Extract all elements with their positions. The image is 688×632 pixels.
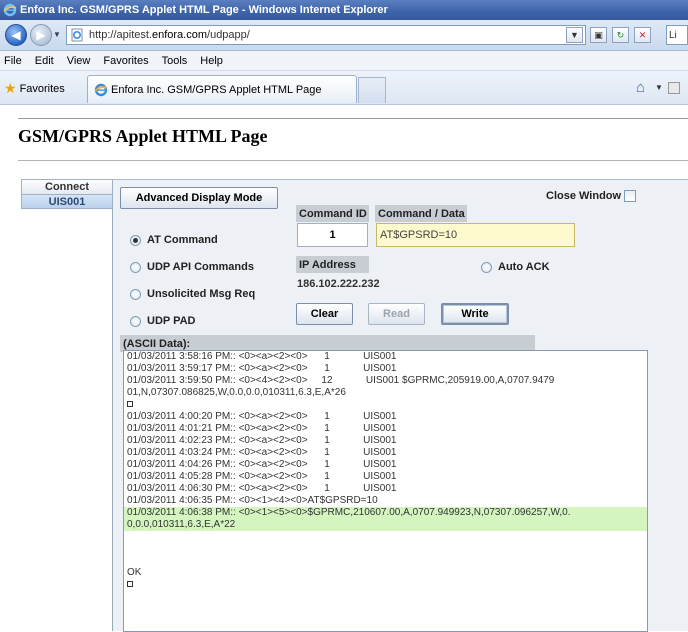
log-line: 01/03/2011 4:03:24 PM:: <0><a><2><0> 1 U… xyxy=(127,447,397,458)
log-line xyxy=(124,579,647,591)
ascii-log-area[interactable]: 01/03/2011 3:58:16 PM:: <0><a><2><0> 1 U… xyxy=(123,350,648,632)
refresh-icon[interactable]: ↻ xyxy=(612,27,629,43)
radio-unsol-label: Unsolicited Msg Req xyxy=(147,288,256,300)
command-id-header: Command ID xyxy=(296,205,369,222)
page-title: GSM/GPRS Applet HTML Page xyxy=(18,126,268,146)
top-divider xyxy=(18,118,688,119)
star-icon: ★ xyxy=(4,80,17,96)
radio-icon xyxy=(130,288,141,300)
ip-address-header: IP Address xyxy=(296,256,369,273)
internet-explorer-icon xyxy=(3,3,17,17)
radio-udp-label: UDP API Commands xyxy=(147,261,254,273)
log-line: 01/03/2011 4:00:20 PM:: <0><a><2><0> 1 U… xyxy=(127,411,397,422)
title-divider xyxy=(18,160,688,161)
stop-icon[interactable]: ✕ xyxy=(634,27,651,43)
menu-tools[interactable]: Tools xyxy=(162,55,188,67)
log-line: 01,N,07307.086825,W,0.0,0.0,010311,6.3,E… xyxy=(127,387,346,398)
navigation-bar: ◀ ▶ ▼ http://apitest. enfora.com/udpapp/ … xyxy=(0,20,688,51)
log-line: OK xyxy=(127,567,142,578)
home-icon[interactable]: ⌂ xyxy=(636,79,645,96)
back-button[interactable]: ◀ xyxy=(5,24,27,46)
address-dropdown-icon[interactable]: ▼ xyxy=(566,27,583,43)
radio-unsolicited-msg-req[interactable]: Unsolicited Msg Req xyxy=(130,288,255,300)
unprintable-char-icon xyxy=(127,401,133,408)
radio-ack-label: Auto ACK xyxy=(498,261,550,273)
log-line: 01/03/2011 4:05:28 PM:: <0><a><2><0> 1 U… xyxy=(127,471,397,482)
address-path: /udpapp/ xyxy=(207,29,250,41)
log-line: 0,0.0,010311,6.3,E,A*22 xyxy=(124,519,647,531)
log-line xyxy=(124,399,647,411)
log-line: 01/03/2011 3:59:17 PM:: <0><a><2><0> 1 U… xyxy=(127,363,397,374)
window-titlebar: Enfora Inc. GSM/GPRS Applet HTML Page - … xyxy=(0,0,688,20)
command-data-header: Command / Data xyxy=(375,205,467,222)
radio-icon xyxy=(130,261,141,273)
write-button[interactable]: Write xyxy=(441,303,509,325)
close-window-label: Close Window xyxy=(546,190,622,202)
forward-button[interactable]: ▶ xyxy=(30,24,52,46)
log-line: 01/03/2011 4:06:35 PM:: <0><1><4><0>AT$G… xyxy=(127,495,378,506)
log-line: 01/03/2011 3:59:50 PM:: <0><4><2><0> 12 … xyxy=(127,375,555,386)
page-icon xyxy=(71,28,83,42)
applet-panel: Advanced Display Mode Close Window Comma… xyxy=(113,179,688,632)
unprintable-char-icon xyxy=(127,581,133,588)
menu-bar: File Edit View Favorites Tools Help xyxy=(0,51,688,71)
radio-pad-label: UDP PAD xyxy=(147,315,196,327)
command-id-field[interactable]: 1 xyxy=(297,223,368,247)
search-box[interactable]: Li xyxy=(666,25,688,45)
address-domain: enfora.com xyxy=(151,29,208,41)
log-line: 01/03/2011 4:06:38 PM:: <0><1><5><0>$GPR… xyxy=(124,507,647,519)
feed-icon[interactable] xyxy=(668,82,680,94)
internet-explorer-icon xyxy=(94,83,108,96)
favorites-label: Favorites xyxy=(19,82,65,95)
radio-at-command[interactable]: AT Command xyxy=(130,234,218,246)
tab-title: Enfora Inc. GSM/GPRS Applet HTML Page xyxy=(111,83,322,96)
favorites-bar: ★ Favorites Enfora Inc. GSM/GPRS Applet … xyxy=(0,71,688,105)
radio-udp-pad[interactable]: UDP PAD xyxy=(130,315,196,327)
read-button[interactable]: Read xyxy=(368,303,425,325)
close-window-checkbox[interactable] xyxy=(624,190,636,202)
menu-view[interactable]: View xyxy=(67,55,91,67)
browser-tab[interactable]: Enfora Inc. GSM/GPRS Applet HTML Page xyxy=(87,75,357,103)
radio-checked-icon xyxy=(130,234,141,246)
radio-at-label: AT Command xyxy=(147,234,218,246)
compatibility-view-icon[interactable]: ▣ xyxy=(590,27,607,43)
address-prefix: http://apitest. xyxy=(89,29,152,41)
log-line: 01/03/2011 4:02:23 PM:: <0><a><2><0> 1 U… xyxy=(127,435,397,446)
radio-icon xyxy=(481,261,492,273)
clear-button[interactable]: Clear xyxy=(296,303,353,325)
log-line: 01/03/2011 4:06:30 PM:: <0><a><2><0> 1 U… xyxy=(127,483,397,494)
menu-help[interactable]: Help xyxy=(200,55,223,67)
log-line: 01/03/2011 4:04:26 PM:: <0><a><2><0> 1 U… xyxy=(127,459,397,470)
menu-edit[interactable]: Edit xyxy=(35,55,54,67)
menu-favorites[interactable]: Favorites xyxy=(103,55,148,67)
tab-connect[interactable]: Connect xyxy=(21,179,113,194)
window-title: Enfora Inc. GSM/GPRS Applet HTML Page - … xyxy=(20,4,388,16)
menu-file[interactable]: File xyxy=(4,55,22,67)
radio-auto-ack[interactable]: Auto ACK xyxy=(481,261,550,273)
new-tab-button[interactable] xyxy=(358,77,386,103)
tab-uis001[interactable]: UIS001 xyxy=(21,194,113,209)
log-line: 01/03/2011 4:01:21 PM:: <0><a><2><0> 1 U… xyxy=(127,423,397,434)
log-line: 01/03/2011 3:58:16 PM:: <0><a><2><0> 1 U… xyxy=(127,351,397,362)
radio-icon xyxy=(130,315,141,327)
advanced-display-mode-button[interactable]: Advanced Display Mode xyxy=(120,187,278,209)
favorites-button[interactable]: ★ Favorites xyxy=(4,80,65,97)
search-text: Li xyxy=(669,29,677,41)
history-dropdown-icon[interactable]: ▼ xyxy=(53,30,61,39)
ip-address-value: 186.102.222.232 xyxy=(297,278,380,290)
command-data-field[interactable]: AT$GPSRD=10 xyxy=(376,223,575,247)
home-dropdown-icon[interactable]: ▼ xyxy=(655,83,663,92)
radio-udp-api-commands[interactable]: UDP API Commands xyxy=(130,261,254,273)
device-tabs: Connect UIS001 xyxy=(21,179,113,631)
address-bar[interactable]: http://apitest. enfora.com/udpapp/ xyxy=(66,25,586,45)
